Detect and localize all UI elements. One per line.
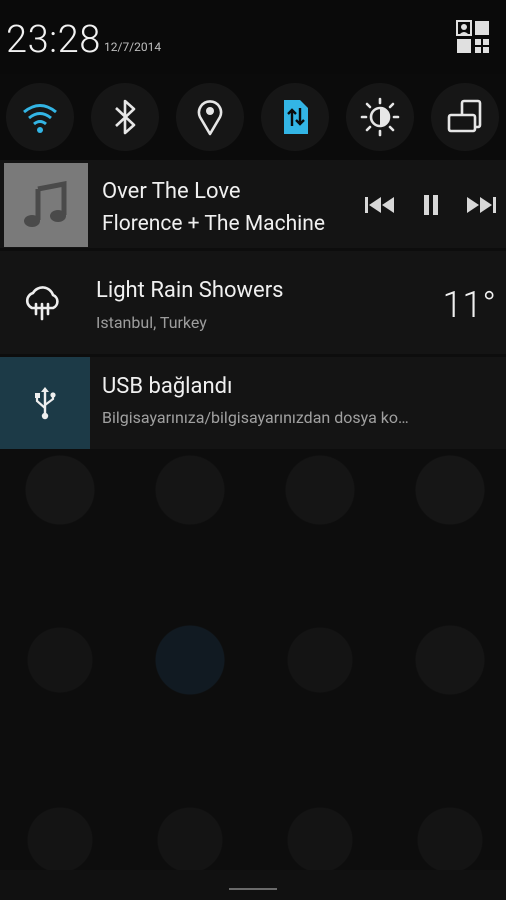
brightness-icon [360,97,400,137]
weather-location: Istanbul, Turkey [96,313,207,332]
album-art [4,163,88,247]
weather-notification[interactable]: Light Rain Showers Istanbul, Turkey 11° [0,251,506,354]
usb-icon [35,387,56,420]
bluetooth-toggle[interactable] [91,83,159,151]
usb-icon-box [0,357,90,449]
weather-temperature: 11° [442,284,496,326]
track-artist: Florence + The Machine [102,212,325,236]
shade-drag-handle[interactable] [0,870,506,900]
quick-toggles-row [0,74,506,160]
location-pin-icon [197,100,223,136]
handle-bar [229,888,277,890]
next-button[interactable] [463,190,499,220]
rain-cloud-icon [22,284,62,326]
wifi-icon [23,104,57,133]
previous-icon [365,197,394,213]
track-title: Over The Love [102,179,241,204]
usb-message: Bilgisayarınıza/bilgisayarınızdan dosya … [102,408,409,427]
date: 12/7/2014 [104,40,162,54]
usb-notification[interactable]: USB bağlandı Bilgisayarınıza/bilgisayarı… [0,357,506,449]
sim-data-icon [284,100,308,134]
wifi-toggle[interactable] [6,83,74,151]
rotate-screen-icon [447,99,482,133]
location-toggle[interactable] [176,83,244,151]
bluetooth-icon [115,99,136,135]
clock: 23:28 [6,18,101,62]
weather-condition: Light Rain Showers [96,278,284,303]
settings-shortcut-icon[interactable] [456,20,490,54]
previous-button[interactable] [362,190,398,220]
brightness-toggle[interactable] [346,83,414,151]
usb-title: USB bağlandı [102,374,233,399]
notification-header: 23:28 12/7/2014 [0,0,506,74]
mobile-data-toggle[interactable] [261,83,329,151]
pause-icon [424,195,438,215]
music-note-icon [24,181,67,227]
next-icon [467,197,496,213]
media-notification[interactable]: Over The Love Florence + The Machine [0,160,506,248]
pause-button[interactable] [413,190,449,220]
auto-rotate-toggle[interactable] [431,83,499,151]
